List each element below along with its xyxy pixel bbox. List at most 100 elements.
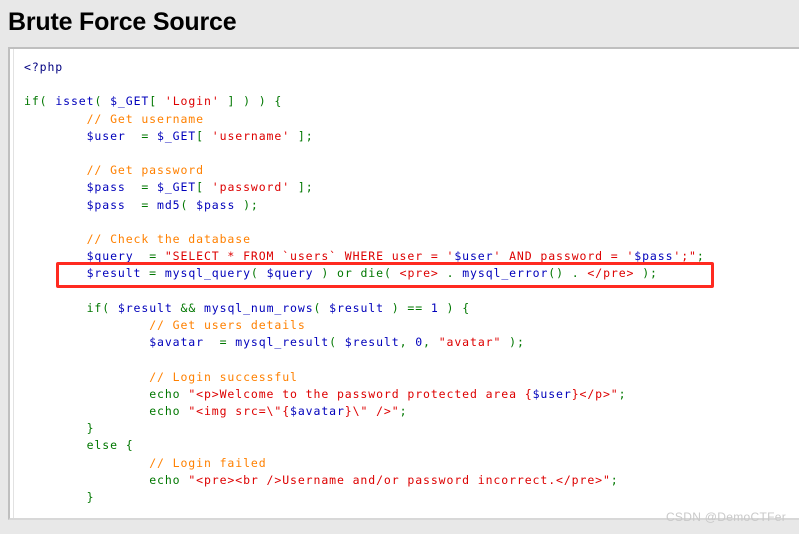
source-code-block: <?php if( isset( $_GET[ 'Login' ] ) ) { … <box>14 49 799 518</box>
num-zero: 0 <box>415 335 424 350</box>
punct: ) { <box>438 300 471 315</box>
var-avatar: $avatar <box>290 404 345 419</box>
str-welcome-2: }</p>" <box>571 386 619 401</box>
fn-mysql-result: mysql_result <box>235 335 330 350</box>
var-result: $result <box>344 335 400 350</box>
punct <box>196 301 204 315</box>
punct: . <box>438 266 463 281</box>
str-welcome: "<p>Welcome to the password protected ar… <box>188 386 533 401</box>
str-img: "<img src=\"{ <box>188 404 291 419</box>
var-query: $query <box>266 266 314 281</box>
punct: { <box>117 438 134 453</box>
fn-die: die <box>360 266 384 281</box>
punct: ( <box>250 266 267 281</box>
punct: = <box>141 266 165 281</box>
punct: ]; <box>290 128 314 143</box>
punct: = <box>203 335 236 350</box>
punct: ; <box>399 404 408 419</box>
punct: [ <box>196 128 212 143</box>
sql-query-string-3: ';" <box>673 249 697 264</box>
superglobal-get: $_GET <box>157 128 197 143</box>
var-result: $result <box>117 300 173 315</box>
fn-md5: md5 <box>157 197 181 212</box>
superglobal-get: $_GET <box>110 94 150 109</box>
comment-get-password: // Get password <box>86 163 204 178</box>
punct <box>173 301 181 315</box>
kw-if: if <box>86 300 103 315</box>
punct: ; <box>610 472 619 487</box>
punct: [ <box>196 180 212 195</box>
punct: ( <box>94 94 111 109</box>
var-result: $result <box>329 300 384 315</box>
punct: ( <box>180 197 197 212</box>
var-pass: $pass <box>86 197 126 212</box>
page-title: Brute Force Source <box>8 8 237 36</box>
kw-else: else <box>86 438 118 453</box>
punct: , <box>423 335 439 350</box>
kw-or: or <box>337 266 353 281</box>
punct: ( <box>329 335 345 350</box>
var-result: $result <box>86 266 142 281</box>
comment-login-successful: // Login successful <box>149 369 298 384</box>
kw-echo: echo <box>149 472 181 487</box>
str-pre-open: <pre> <box>399 266 439 281</box>
punct: ( <box>102 300 118 315</box>
str-pre-close: </pre> <box>587 266 635 281</box>
var-user: $user <box>86 128 126 143</box>
fn-mysql-num-rows: mysql_num_rows <box>203 300 314 315</box>
watermark: CSDN @DemoCTFer <box>665 510 786 524</box>
punct: ); <box>501 335 525 350</box>
punct: ) <box>313 266 337 281</box>
punct: ]; <box>290 180 314 195</box>
kw-echo: echo <box>149 386 181 401</box>
var-user: $user <box>454 249 494 264</box>
punct: ( <box>39 94 56 109</box>
punct: ); <box>235 197 259 212</box>
fn-mysql-error: mysql_error <box>462 266 549 281</box>
kw-if: if <box>24 94 40 109</box>
punct: ); <box>634 266 658 281</box>
fn-isset: isset <box>55 94 95 109</box>
str-failed: "<pre><br />Username and/or password inc… <box>188 472 611 487</box>
str-username: 'username' <box>211 128 291 143</box>
punct: , <box>399 335 416 350</box>
sql-query-string-2: ' AND password = ' <box>493 249 635 264</box>
punct: = <box>125 197 158 212</box>
str-avatar: "avatar" <box>438 335 502 350</box>
var-pass: $pass <box>634 249 674 264</box>
kw-echo: echo <box>149 404 181 419</box>
fn-mysql-query: mysql_query <box>164 266 251 281</box>
punct: () . <box>548 266 588 281</box>
punct: ( <box>383 266 400 281</box>
var-pass: $pass <box>196 197 236 212</box>
punct: ; <box>618 386 627 401</box>
comment-login-failed: // Login failed <box>149 455 267 470</box>
punct: ; <box>696 249 705 264</box>
superglobal-get: $_GET <box>157 180 197 195</box>
punct: = <box>125 180 158 195</box>
op-and: && <box>180 300 197 315</box>
php-open-tag: <?php <box>24 60 64 74</box>
punct: ] ) ) { <box>219 94 283 109</box>
comment-get-users-details: // Get users details <box>149 318 306 333</box>
var-avatar: $avatar <box>149 335 204 350</box>
sql-query-string: "SELECT * FROM `users` WHERE user = ' <box>164 249 455 264</box>
num-one: 1 <box>430 300 439 315</box>
str-login: 'Login' <box>164 94 220 109</box>
punct: [ <box>149 94 165 109</box>
var-pass: $pass <box>86 180 126 195</box>
var-user: $user <box>532 386 572 401</box>
var-query: $query <box>86 249 134 264</box>
source-code-inner: <?php if( isset( $_GET[ 'Login' ] ) ) { … <box>13 49 799 518</box>
comment-get-username: // Get username <box>86 111 204 126</box>
punct: = <box>133 249 165 264</box>
comment-check-database: // Check the database <box>86 232 251 247</box>
source-code-panel: <?php if( isset( $_GET[ 'Login' ] ) ) { … <box>8 47 799 520</box>
punct: ( <box>313 300 330 315</box>
str-img-2: }\" />" <box>344 404 400 419</box>
punct: = <box>125 128 158 143</box>
str-password: 'password' <box>211 180 291 195</box>
close-brace-2: } <box>86 490 95 505</box>
punct: ) == <box>383 300 431 315</box>
close-brace-1: } <box>86 421 95 436</box>
